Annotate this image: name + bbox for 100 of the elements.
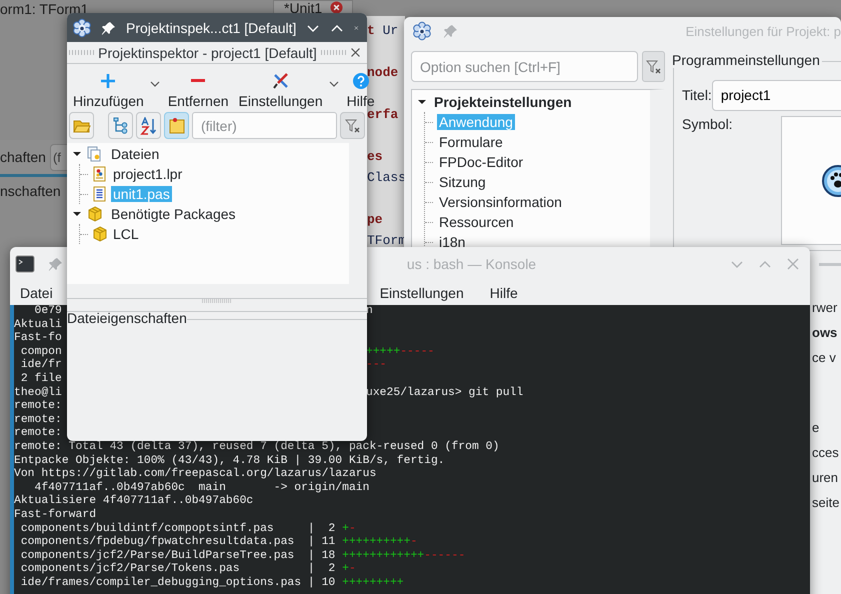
note-icon bbox=[168, 116, 186, 134]
tree-item[interactable]: i18n bbox=[437, 234, 468, 250]
terminal-line: Entpacke Objekte: 100% (43/43), 4.78 KiB | 39.00 KiB/s, fertig. bbox=[14, 454, 445, 468]
tool-button[interactable] bbox=[69, 112, 94, 139]
terminal-line: components/buildintf/compoptsintf.pas | 2 +- bbox=[20, 522, 356, 536]
tree-item[interactable]: Dateien bbox=[109, 146, 162, 162]
terminal-line: remote: bbox=[14, 400, 62, 414]
tree-item[interactable]: Benötigte Packages bbox=[109, 206, 238, 222]
terminal-line: remote: bbox=[14, 427, 62, 441]
terminal-line: Von https://gitlab.com/freepascal.org/lazarus/lazarus bbox=[14, 468, 376, 482]
option-label: e bbox=[812, 419, 820, 437]
tree-item[interactable]: project1.lpr bbox=[111, 166, 184, 182]
hierarchy-icon bbox=[112, 116, 130, 134]
search-field[interactable]: Option suchen [Ctrl+F] bbox=[411, 51, 638, 82]
terminal-line: uxe25/lazarus> git pull bbox=[366, 386, 524, 400]
document-icon bbox=[92, 166, 108, 182]
code-line: pe bbox=[367, 211, 383, 229]
terminal-line: components/fpdebug/fpwatchresultdata.pas | 11 ++++++++++- bbox=[20, 536, 418, 550]
option-label: ce v bbox=[812, 349, 836, 367]
group-title: Dateieigenschaften bbox=[67, 310, 187, 326]
terminal-line: components/jcf2/Parse/Tokens.pas | 2 +- bbox=[20, 563, 356, 576]
terminal-line: +++++----- bbox=[366, 346, 434, 360]
clear-filter-icon bbox=[646, 58, 662, 74]
package-icon bbox=[92, 226, 108, 242]
terminal-line: Aktualisiere 4f407711af..0b497ab60c bbox=[14, 495, 254, 508]
terminal-line: components/jcf2/Parse/BuildParseTree.pas | 18 ++++++++++++------ bbox=[20, 550, 466, 562]
tree-item[interactable]: Versionsinformation bbox=[437, 194, 564, 210]
tree-item[interactable]: Formulare bbox=[437, 134, 505, 150]
clear-filter-button[interactable] bbox=[340, 112, 365, 139]
filter-field[interactable]: (f bbox=[50, 144, 67, 170]
option-label: uren bbox=[812, 469, 838, 487]
tree-item[interactable]: Ressourcen bbox=[437, 214, 516, 230]
window-title: Projektinspek...ct1 [Default] bbox=[126, 20, 296, 36]
flower-icon bbox=[72, 18, 92, 38]
terminal-line: 0e79 bbox=[34, 305, 62, 318]
menu-item[interactable]: Einstellungen bbox=[370, 284, 474, 300]
terminal-line: compon bbox=[20, 346, 62, 358]
minus-icon bbox=[191, 79, 206, 82]
tools-icon bbox=[272, 72, 290, 90]
tab-label[interactable]: chaften bbox=[0, 149, 46, 165]
splitter-grip[interactable] bbox=[202, 299, 232, 303]
tree-item[interactable]: FPDoc-Editor bbox=[437, 154, 526, 170]
terminal-icon bbox=[15, 254, 35, 272]
terminal-line: ide/fr bbox=[20, 359, 62, 372]
sort-icon bbox=[140, 116, 158, 134]
field-label: Titel: bbox=[682, 87, 712, 103]
terminal-line: Fast-fo bbox=[14, 332, 62, 346]
clear-filter-button[interactable] bbox=[642, 51, 665, 82]
tool-button[interactable] bbox=[164, 112, 189, 139]
terminal-line: n bbox=[366, 305, 373, 319]
document-icon bbox=[92, 186, 108, 202]
tool-button[interactable] bbox=[136, 112, 161, 139]
option-label: ows bbox=[812, 324, 838, 342]
terminal-line: theo@li bbox=[14, 386, 62, 400]
menu-item[interactable]: Hilfe bbox=[480, 284, 528, 300]
tool-button[interactable] bbox=[108, 112, 133, 139]
expander-icon[interactable] bbox=[418, 98, 426, 106]
clear-filter-icon bbox=[344, 118, 360, 134]
toolbar-button[interactable]: Entfernen bbox=[166, 72, 231, 109]
close-icon[interactable] bbox=[330, 1, 344, 14]
code-line: node bbox=[367, 64, 398, 82]
panel-title: Projektinspektor - project1 [Default] bbox=[98, 44, 317, 60]
terminal-line: Fast-forward bbox=[14, 508, 96, 522]
close-icon[interactable] bbox=[350, 47, 361, 58]
terminal-line: ide/frames/compiler_debugging_options.pas | 10 +++++++++ bbox=[20, 576, 404, 590]
code-line: erfa bbox=[367, 106, 398, 124]
option-label: seite bbox=[812, 494, 840, 512]
tab-label[interactable]: nschaften bbox=[0, 177, 61, 199]
toolbar-button[interactable]: Einstellungen bbox=[236, 72, 325, 109]
title-field[interactable]: project1 bbox=[712, 80, 841, 110]
caret-icon[interactable] bbox=[328, 80, 339, 86]
code-line: es bbox=[367, 148, 383, 166]
field-label: Symbol: bbox=[682, 116, 734, 134]
expander-icon[interactable] bbox=[73, 150, 81, 158]
option-label: cces bbox=[812, 444, 839, 462]
tree-item[interactable]: LCL bbox=[111, 226, 141, 242]
package-icon bbox=[87, 206, 103, 222]
terminal-line: --- bbox=[366, 359, 387, 373]
terminal-line: remote: Total 43 (delta 37), reused 7 (delta 5), pack-reused 0 (from 0) bbox=[14, 440, 500, 454]
tree-item[interactable]: Projekteinstellungen bbox=[432, 94, 574, 110]
window-title: Einstellungen für Projekt: p bbox=[686, 24, 841, 38]
toolbar-button[interactable]: Hinzufügen bbox=[71, 72, 146, 109]
code-line: t Ur bbox=[367, 22, 398, 40]
terminal-line: remote: bbox=[14, 414, 62, 427]
plus-icon bbox=[99, 72, 118, 90]
expander-icon[interactable] bbox=[73, 210, 81, 218]
window-title: us : bash — Konsole bbox=[406, 256, 538, 272]
files-icon bbox=[87, 146, 103, 162]
terminal-line: 4f407711af..0b497ab60c main -> origin/main bbox=[34, 482, 370, 494]
option-label: rwer bbox=[812, 299, 838, 317]
code-line: Class bbox=[367, 169, 406, 187]
group-title: Programmeinstellungen bbox=[672, 52, 822, 68]
pin-icon[interactable] bbox=[102, 20, 116, 34]
filter-field[interactable]: (filter) bbox=[192, 112, 337, 139]
menu-item[interactable]: Datei bbox=[10, 284, 63, 300]
terminal-line: 2 file bbox=[20, 372, 62, 386]
terminal-line: Aktuali bbox=[14, 318, 62, 332]
flower-icon bbox=[412, 21, 432, 41]
caret-icon[interactable] bbox=[150, 80, 160, 86]
tree-item[interactable]: Sitzung bbox=[437, 174, 488, 190]
